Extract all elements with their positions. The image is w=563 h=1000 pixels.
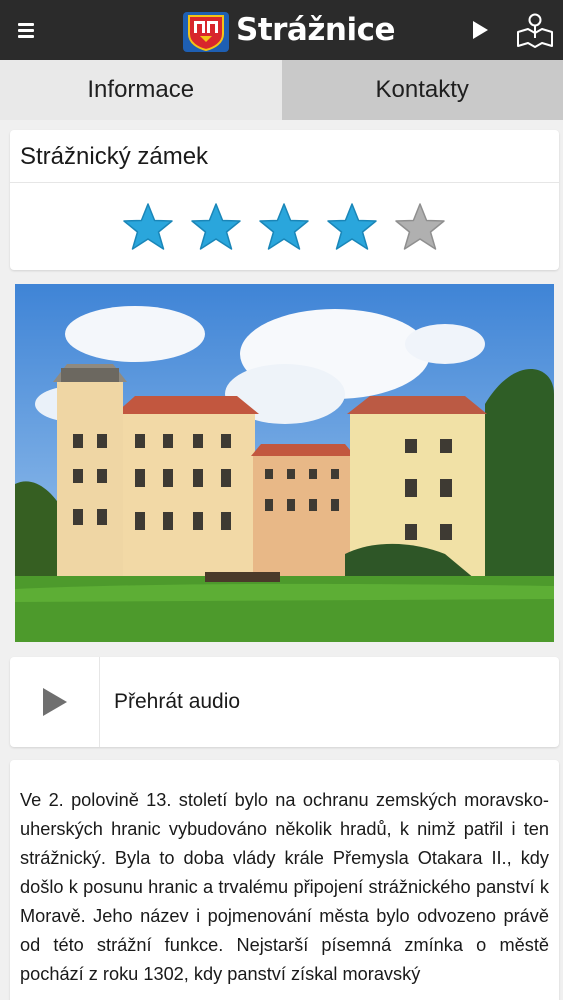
tab-informace[interactable]: Informace (0, 60, 282, 120)
menu-icon (18, 23, 34, 26)
audio-play-button[interactable] (10, 657, 100, 747)
city-coat-of-arms-logo (183, 12, 229, 52)
star-empty-icon[interactable] (394, 202, 446, 252)
menu-icon-bar (18, 29, 34, 32)
star-filled-icon[interactable] (190, 202, 242, 252)
audio-player-card[interactable]: Přehrát audio (10, 657, 559, 747)
star-filled-icon[interactable] (258, 202, 310, 252)
tab-bar: Informace Kontakty (0, 60, 563, 120)
description-card: Ve 2. polovině 13. století bylo na ochra… (10, 760, 559, 1000)
menu-button[interactable] (14, 16, 42, 44)
place-header-card: Strážnický zámek (10, 130, 559, 270)
audio-label: Přehrát audio (114, 690, 241, 713)
app-title: Strážnice (236, 12, 396, 48)
map-pin-icon[interactable] (516, 12, 554, 48)
divider (10, 182, 559, 183)
tab-kontakty[interactable]: Kontakty (281, 60, 563, 120)
play-icon[interactable] (468, 18, 492, 42)
rating-stars (122, 202, 446, 252)
menu-icon-bar (18, 35, 34, 38)
place-title: Strážnický zámek (20, 143, 209, 170)
description-text: Ve 2. polovině 13. století bylo na ochra… (20, 790, 549, 984)
star-filled-icon[interactable] (122, 202, 174, 252)
castle-photo (15, 284, 554, 642)
play-icon (42, 688, 67, 716)
star-filled-icon[interactable] (326, 202, 378, 252)
app-header: Strážnice (0, 0, 563, 60)
